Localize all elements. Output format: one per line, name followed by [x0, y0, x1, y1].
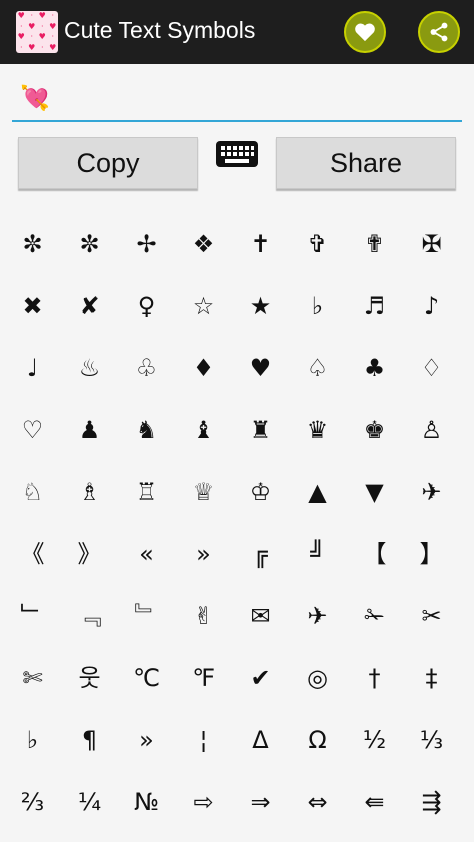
symbol-item[interactable]: ﹂ [4, 585, 61, 647]
symbol-item[interactable]: ❖ [175, 213, 232, 275]
symbol-item[interactable]: ♀ [118, 275, 175, 337]
symbol-item[interactable]: ℃ [118, 647, 175, 709]
share-app-button[interactable] [418, 11, 460, 53]
symbol-item[interactable]: ♞ [118, 399, 175, 461]
symbol-item[interactable]: ♦ [175, 337, 232, 399]
symbol-item[interactable]: ♛ [289, 399, 346, 461]
symbol-item[interactable]: ⅓ [403, 709, 460, 771]
symbol-item[interactable]: ☆ [175, 275, 232, 337]
symbol-item[interactable]: ½ [346, 709, 403, 771]
symbol-item[interactable]: « [118, 523, 175, 585]
symbol-item[interactable]: ♡ [4, 399, 61, 461]
app-logo-icon: ♥ · ♥ · · ♥ · ♥ ♥ · ♥ · · ♥ · ♥ [16, 11, 58, 53]
symbol-item[interactable]: ╝ [289, 523, 346, 585]
keyboard-icon [216, 141, 258, 167]
symbol-item[interactable]: 】 [403, 523, 460, 585]
symbol-item[interactable]: ✞ [289, 213, 346, 275]
symbol-item[interactable]: ♟ [61, 399, 118, 461]
symbol-item[interactable]: ✖ [4, 275, 61, 337]
symbol-item[interactable]: ♜ [232, 399, 289, 461]
symbol-item[interactable]: ✉ [232, 585, 289, 647]
symbol-item[interactable]: ⇶ [403, 771, 460, 833]
symbol-item[interactable]: ♙ [403, 399, 460, 461]
symbol-item[interactable]: ♭ [289, 275, 346, 337]
symbol-item[interactable]: ⇨ [175, 771, 232, 833]
copy-button[interactable]: Copy [18, 137, 198, 189]
symbol-item[interactable]: № [118, 771, 175, 833]
symbol-item[interactable]: ★ [232, 275, 289, 337]
symbol-item[interactable]: ♣ [346, 337, 403, 399]
favorite-button[interactable] [344, 11, 386, 53]
symbol-item[interactable]: 【 [346, 523, 403, 585]
symbol-item[interactable]: ¦ [175, 709, 232, 771]
symbol-item[interactable]: ╔ [232, 523, 289, 585]
symbol-item[interactable]: ▲ [289, 461, 346, 523]
symbol-grid: ✼ ✼ ✢ ❖ ✝ ✞ ✟ ✠ ✖ ✘ ♀ ☆ ★ ♭ ♬ ♪ ♩ ♨ ♧ ♦ ♥ ♤ ♣ ♢ ♡ ♟ ♞ ♝ ♜ ♛ ♚ ♙ ♘ ♗ ♖ ♕ ♔ ▲ ▼ ✈… [0, 213, 474, 833]
symbol-item[interactable]: » [118, 709, 175, 771]
symbol-item[interactable]: ♭ [4, 709, 61, 771]
symbol-item[interactable]: ♨ [61, 337, 118, 399]
symbol-item[interactable]: † [346, 647, 403, 709]
symbol-item[interactable]: ♢ [403, 337, 460, 399]
symbol-item[interactable]: ♪ [403, 275, 460, 337]
symbol-item[interactable]: ✌ [175, 585, 232, 647]
symbol-item[interactable]: ♗ [61, 461, 118, 523]
input-value: 💘 [20, 84, 50, 112]
keyboard-button[interactable] [215, 139, 259, 169]
symbol-item[interactable]: ✠ [403, 213, 460, 275]
symbol-item[interactable]: ✈ [289, 585, 346, 647]
symbol-item[interactable]: ✔ [232, 647, 289, 709]
symbol-item[interactable]: ♝ [175, 399, 232, 461]
symbol-item[interactable]: 》 [61, 523, 118, 585]
share-icon [430, 22, 448, 42]
symbol-item[interactable]: 《 [4, 523, 61, 585]
symbol-item[interactable]: ♥ [232, 337, 289, 399]
symbol-item[interactable]: Ω [289, 709, 346, 771]
symbol-item[interactable]: ▼ [346, 461, 403, 523]
symbol-item[interactable]: Δ [232, 709, 289, 771]
symbol-input-field[interactable]: 💘 [12, 76, 462, 122]
symbol-item[interactable]: ♕ [175, 461, 232, 523]
symbol-item[interactable]: ♘ [4, 461, 61, 523]
symbol-item[interactable]: ♤ [289, 337, 346, 399]
symbol-item[interactable]: ♧ [118, 337, 175, 399]
symbol-item[interactable]: ✈ [403, 461, 460, 523]
symbol-item[interactable]: ✢ [118, 213, 175, 275]
symbol-item[interactable]: ✄ [4, 647, 61, 709]
symbol-item[interactable]: ﹃ [61, 585, 118, 647]
symbol-item[interactable]: 웃 [61, 647, 118, 709]
app-bar: ♥ · ♥ · · ♥ · ♥ ♥ · ♥ · · ♥ · ♥ Cute Text Symbols [0, 0, 474, 64]
symbol-item[interactable]: ⇒ [232, 771, 289, 833]
symbol-item[interactable]: ♔ [232, 461, 289, 523]
symbol-item[interactable]: ✁ [346, 585, 403, 647]
symbol-item[interactable]: ⇔ [289, 771, 346, 833]
symbol-item[interactable]: ✂ [403, 585, 460, 647]
heart-icon [355, 23, 375, 42]
share-button[interactable]: Share [276, 137, 456, 189]
app-title: Cute Text Symbols [64, 17, 256, 43]
symbol-item[interactable]: ◎ [289, 647, 346, 709]
symbol-item[interactable]: ¼ [61, 771, 118, 833]
symbol-item[interactable]: » [175, 523, 232, 585]
symbol-item[interactable]: ♖ [118, 461, 175, 523]
symbol-item[interactable]: ✝ [232, 213, 289, 275]
symbol-item[interactable]: ✘ [61, 275, 118, 337]
symbol-item[interactable]: ♬ [346, 275, 403, 337]
symbol-item[interactable]: ¶ [61, 709, 118, 771]
symbol-item[interactable]: ‡ [403, 647, 460, 709]
symbol-item[interactable]: ✼ [4, 213, 61, 275]
symbol-item[interactable]: ℉ [175, 647, 232, 709]
symbol-item[interactable]: ⇚ [346, 771, 403, 833]
symbol-item[interactable]: ♩ [4, 337, 61, 399]
symbol-item[interactable]: ♚ [346, 399, 403, 461]
symbol-item[interactable]: ﹄ [118, 585, 175, 647]
symbol-item[interactable]: ✟ [346, 213, 403, 275]
symbol-item[interactable]: ✼ [61, 213, 118, 275]
symbol-item[interactable]: ⅔ [4, 771, 61, 833]
